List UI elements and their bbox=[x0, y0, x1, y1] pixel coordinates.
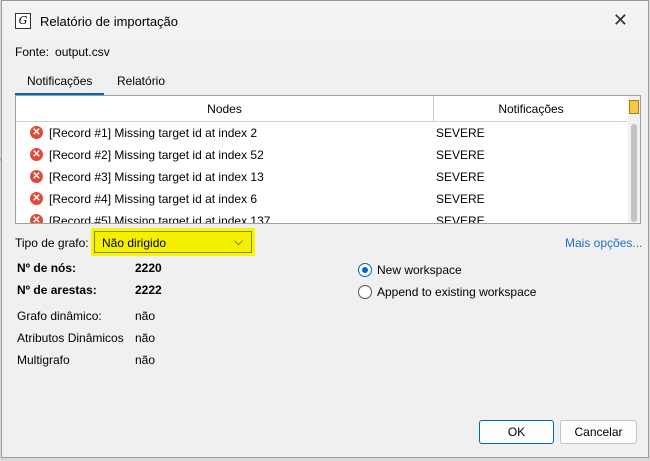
import-report-dialog: G Relatório de importação ✕ Fonte: output… bbox=[1, 0, 649, 458]
table-row[interactable]: ✕ [Record #2] Missing target id at index… bbox=[16, 144, 628, 166]
row-level: SEVERE bbox=[436, 192, 485, 206]
notifications-table: Nodes Notificações ✕ [Record #1] Missing… bbox=[15, 95, 641, 224]
column-header-notifications[interactable]: Notificações bbox=[434, 96, 628, 122]
edges-count-label: Nº de arestas: bbox=[17, 283, 97, 297]
table-row[interactable]: ✕ [Record #1] Missing target id at index… bbox=[16, 122, 628, 144]
multigraph-value: não bbox=[135, 353, 156, 367]
ok-button[interactable]: OK bbox=[479, 420, 554, 444]
title-bar: G Relatório de importação ✕ bbox=[2, 1, 648, 41]
row-level: SEVERE bbox=[436, 170, 485, 184]
row-message: [Record #1] Missing target id at index 2 bbox=[49, 126, 258, 140]
nodes-count-value: 2220 bbox=[135, 261, 162, 275]
new-workspace-label[interactable]: New workspace bbox=[377, 263, 462, 277]
append-workspace-label[interactable]: Append to existing workspace bbox=[377, 285, 536, 299]
tab-notifications[interactable]: Notificações bbox=[15, 68, 104, 95]
dynamic-graph-value: não bbox=[135, 309, 156, 323]
table-row[interactable]: ✕ [Record #5] Missing target id at index… bbox=[16, 210, 628, 224]
row-message: [Record #2] Missing target id at index 5… bbox=[49, 148, 264, 162]
source-label: Fonte: bbox=[15, 45, 50, 59]
scrollbar-thumb[interactable] bbox=[631, 124, 637, 222]
multigraph-label: Multigrafo bbox=[17, 353, 70, 367]
vertical-scrollbar[interactable] bbox=[628, 96, 640, 223]
row-message: [Record #4] Missing target id at index 6 bbox=[49, 192, 258, 206]
column-header-nodes[interactable]: Nodes bbox=[16, 96, 434, 122]
row-message: [Record #5] Missing target id at index 1… bbox=[49, 214, 271, 224]
dynamic-graph-label: Grafo dinâmico: bbox=[17, 309, 102, 323]
app-logo-icon: G bbox=[15, 13, 31, 29]
column-selector-icon[interactable] bbox=[629, 100, 639, 114]
dynamic-attributes-label: Atributos Dinâmicos bbox=[17, 331, 124, 345]
graph-type-value: Não dirigido bbox=[102, 236, 167, 250]
append-workspace-radio[interactable] bbox=[358, 285, 372, 299]
row-level: SEVERE bbox=[436, 214, 485, 224]
table-row[interactable]: ✕ [Record #4] Missing target id at index… bbox=[16, 188, 628, 210]
tab-report[interactable]: Relatório bbox=[105, 68, 177, 95]
error-icon: ✕ bbox=[30, 170, 43, 183]
source-value: output.csv bbox=[55, 45, 110, 59]
error-icon: ✕ bbox=[30, 214, 43, 223]
source-info: Fonte: output.csv bbox=[15, 45, 110, 59]
more-options-link[interactable]: Mais opções... bbox=[565, 236, 642, 250]
new-workspace-radio[interactable] bbox=[358, 263, 372, 277]
close-icon[interactable]: ✕ bbox=[613, 10, 628, 31]
error-icon: ✕ bbox=[30, 192, 43, 205]
window-title: Relatório de importação bbox=[40, 14, 179, 29]
error-icon: ✕ bbox=[30, 148, 43, 161]
row-level: SEVERE bbox=[436, 148, 485, 162]
edges-count-value: 2222 bbox=[135, 283, 162, 297]
graph-type-select[interactable]: Não dirigido ⌵ bbox=[91, 228, 255, 256]
chevron-down-icon: ⌵ bbox=[233, 234, 243, 248]
row-level: SEVERE bbox=[436, 126, 485, 140]
graph-type-dropdown[interactable]: Não dirigido ⌵ bbox=[94, 231, 252, 253]
table-header: Nodes Notificações bbox=[16, 96, 628, 122]
cancel-button[interactable]: Cancelar bbox=[560, 420, 637, 444]
nodes-count-label: Nº de nós: bbox=[17, 261, 77, 275]
table-row[interactable]: ✕ [Record #3] Missing target id at index… bbox=[16, 166, 628, 188]
graph-type-label: Tipo de grafo: bbox=[15, 236, 89, 250]
row-message: [Record #3] Missing target id at index 1… bbox=[49, 170, 264, 184]
dynamic-attributes-value: não bbox=[135, 331, 156, 345]
error-icon: ✕ bbox=[30, 126, 43, 139]
